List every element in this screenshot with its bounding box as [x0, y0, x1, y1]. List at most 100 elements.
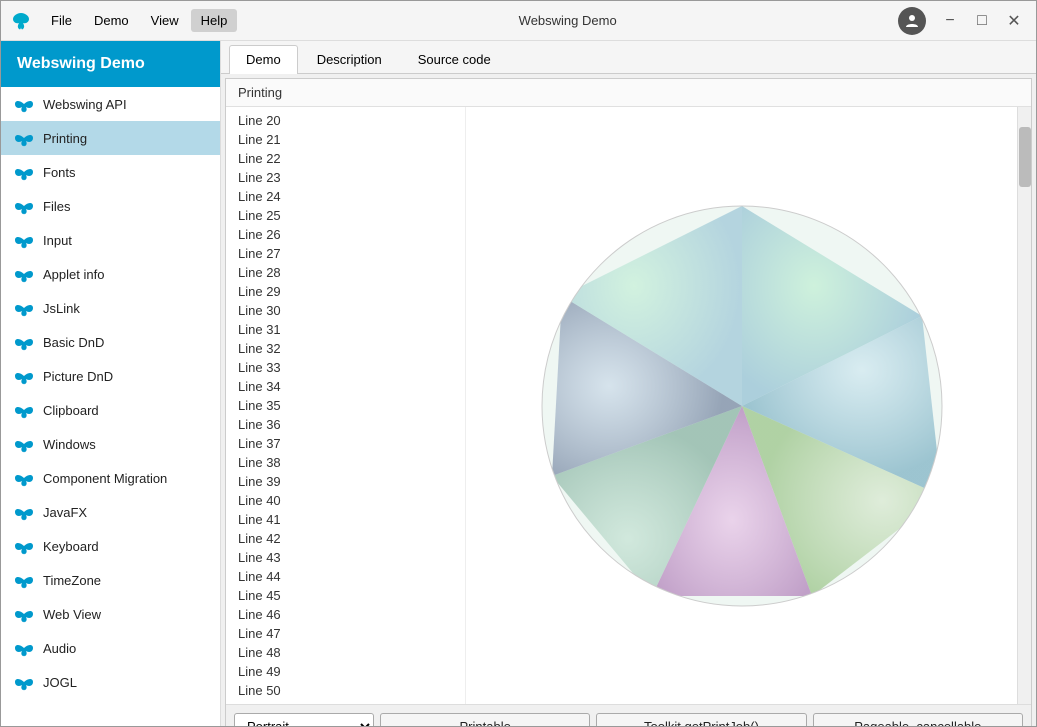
sidebar-label: JOGL [43, 675, 77, 690]
butterfly-icon [13, 265, 35, 283]
butterfly-icon [13, 231, 35, 249]
list-item: Line 25 [226, 206, 465, 225]
butterfly-icon [13, 367, 35, 385]
list-item: Line 28 [226, 263, 465, 282]
portrait-select[interactable]: Portrait Landscape [234, 713, 374, 726]
sidebar-item-applet-info[interactable]: Applet info [1, 257, 220, 291]
list-item: Line 20 [226, 111, 465, 130]
sidebar-label: Audio [43, 641, 76, 656]
sidebar-item-input[interactable]: Input [1, 223, 220, 257]
butterfly-icon [13, 537, 35, 555]
list-item: Line 36 [226, 415, 465, 434]
tab-source-code[interactable]: Source code [401, 45, 508, 73]
tab-demo[interactable]: Demo [229, 45, 298, 74]
list-item: Line 22 [226, 149, 465, 168]
list-item: Line 38 [226, 453, 465, 472]
list-item: Line 33 [226, 358, 465, 377]
sidebar-label: Applet info [43, 267, 104, 282]
list-item: Line 21 [226, 130, 465, 149]
sidebar-label: Clipboard [43, 403, 99, 418]
sidebar-label: Input [43, 233, 72, 248]
sidebar-item-files[interactable]: Files [1, 189, 220, 223]
butterfly-icon [13, 95, 35, 113]
list-item: Line 32 [226, 339, 465, 358]
sidebar-item-web-view[interactable]: Web View [1, 597, 220, 631]
sidebar-item-timezone[interactable]: TimeZone [1, 563, 220, 597]
list-item: Line 41 [226, 510, 465, 529]
list-item: Line 39 [226, 472, 465, 491]
list-item: Line 43 [226, 548, 465, 567]
list-item: Line 42 [226, 529, 465, 548]
sidebar-item-basic-dnd[interactable]: Basic DnD [1, 325, 220, 359]
sidebar-list: Webswing API Printing Fonts Files Input … [1, 87, 220, 726]
main-layout: Webswing Demo Webswing API Printing Font… [1, 41, 1036, 726]
butterfly-icon [13, 639, 35, 657]
butterfly-icon [13, 435, 35, 453]
sidebar-label: Printing [43, 131, 87, 146]
sidebar-item-jslink[interactable]: JsLink [1, 291, 220, 325]
get-print-job-button[interactable]: Toolkit.getPrintJob() [596, 713, 806, 726]
app-logo [9, 9, 33, 33]
sidebar-item-keyboard[interactable]: Keyboard [1, 529, 220, 563]
title-bar: File Demo View Help Webswing Demo − □ ✕ [1, 1, 1036, 41]
sidebar-label: JsLink [43, 301, 80, 316]
list-item: Line 50 [226, 681, 465, 700]
main-panel: Printing Line 20Line 21Line 22Line 23 Lin… [225, 78, 1032, 726]
list-item: Line 34 [226, 377, 465, 396]
list-item: Line 31 [226, 320, 465, 339]
sidebar-item-clipboard[interactable]: Clipboard [1, 393, 220, 427]
list-item: Line 46 [226, 605, 465, 624]
butterfly-icon [13, 163, 35, 181]
content-area: DemoDescriptionSource code Printing Line… [221, 41, 1036, 726]
window-title: Webswing Demo [237, 13, 898, 28]
list-item: Line 40 [226, 491, 465, 510]
close-button[interactable]: ✕ [1000, 7, 1028, 35]
sidebar-label: Web View [43, 607, 101, 622]
sidebar-label: Windows [43, 437, 96, 452]
sidebar-label: Fonts [43, 165, 76, 180]
app-window: File Demo View Help Webswing Demo − □ ✕ … [0, 0, 1037, 727]
list-item: Line 49 [226, 662, 465, 681]
sidebar-item-javafx[interactable]: JavaFX [1, 495, 220, 529]
list-item: Line 27 [226, 244, 465, 263]
list-item: Line 45 [226, 586, 465, 605]
menu-file[interactable]: File [41, 9, 82, 32]
sidebar-item-fonts[interactable]: Fonts [1, 155, 220, 189]
button-row-1: Portrait Landscape Printable Toolkit.get… [234, 713, 1023, 726]
pageable-cancellable-button[interactable]: Pageable, cancellable [813, 713, 1023, 726]
butterfly-icon [13, 605, 35, 623]
menu-view[interactable]: View [141, 9, 189, 32]
sidebar-item-audio[interactable]: Audio [1, 631, 220, 665]
sidebar-item-component-migration[interactable]: Component Migration [1, 461, 220, 495]
butterfly-icon [13, 333, 35, 351]
sidebar-label: Keyboard [43, 539, 99, 554]
butterfly-icon [13, 299, 35, 317]
sidebar-item-webswing-api[interactable]: Webswing API [1, 87, 220, 121]
sidebar-item-windows[interactable]: Windows [1, 427, 220, 461]
printable-button[interactable]: Printable [380, 713, 590, 726]
bottom-bar: Portrait Landscape Printable Toolkit.get… [226, 704, 1031, 726]
scrollbar[interactable] [1017, 107, 1031, 704]
list-item: Line 23 [226, 168, 465, 187]
scroll-thumb[interactable] [1019, 127, 1031, 187]
sidebar-label: Picture DnD [43, 369, 113, 384]
list-item: Line 26 [226, 225, 465, 244]
maximize-button[interactable]: □ [968, 7, 996, 35]
sidebar: Webswing Demo Webswing API Printing Font… [1, 41, 221, 726]
sidebar-label: Basic DnD [43, 335, 104, 350]
list-item: Line 29 [226, 282, 465, 301]
minimize-button[interactable]: − [936, 7, 964, 35]
list-item: Line 48 [226, 643, 465, 662]
tab-bar: DemoDescriptionSource code [221, 41, 1036, 74]
menu-demo[interactable]: Demo [84, 9, 139, 32]
butterfly-icon [13, 503, 35, 521]
panel-title: Printing [226, 79, 1031, 107]
sidebar-item-picture-dnd[interactable]: Picture DnD [1, 359, 220, 393]
circle-diagram [532, 196, 952, 616]
sidebar-item-jogl[interactable]: JOGL [1, 665, 220, 699]
sidebar-item-printing[interactable]: Printing [1, 121, 220, 155]
tab-description[interactable]: Description [300, 45, 399, 73]
list-item: Line 37 [226, 434, 465, 453]
menu-help[interactable]: Help [191, 9, 238, 32]
sidebar-label: Files [43, 199, 70, 214]
